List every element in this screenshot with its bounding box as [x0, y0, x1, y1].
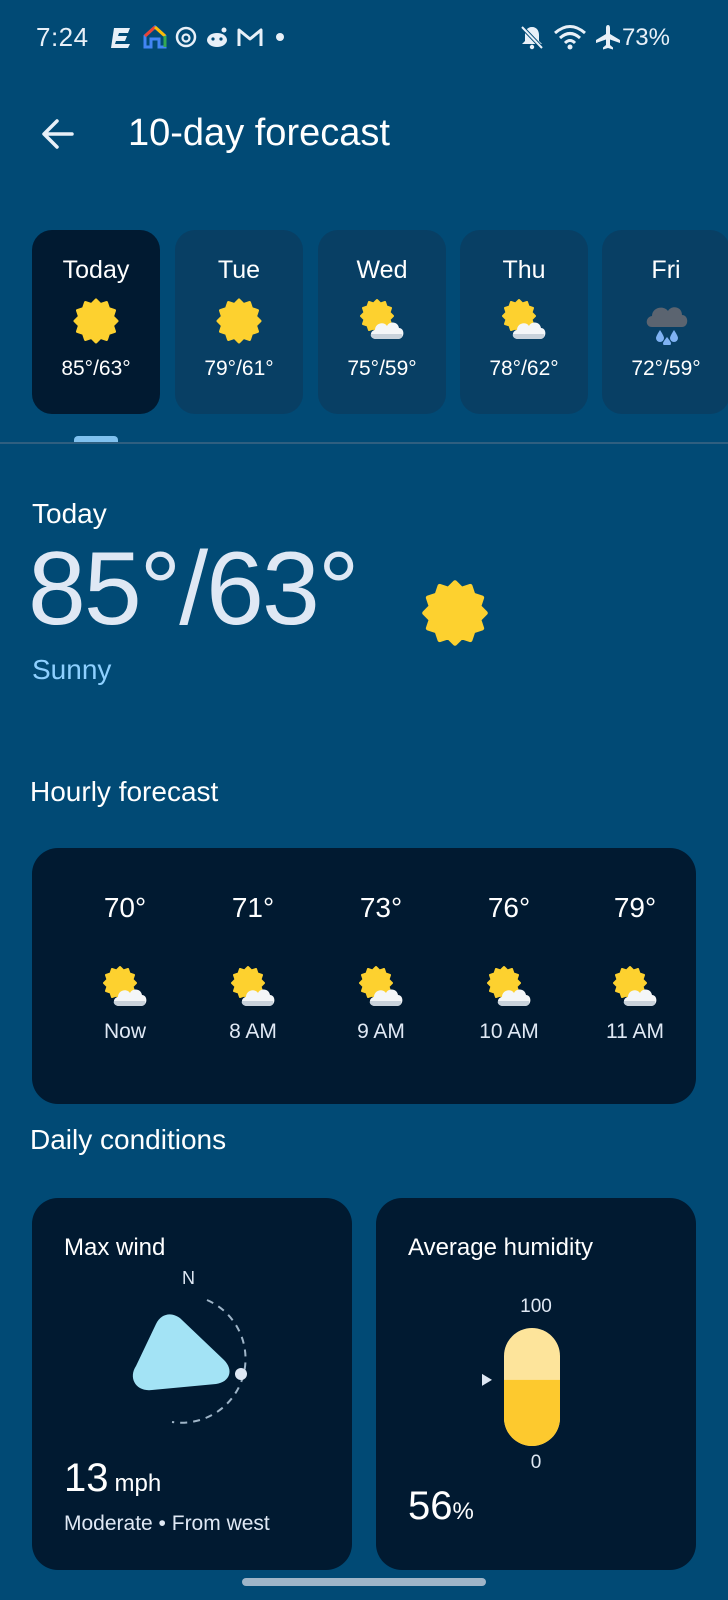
hour-item: 73° 9 AM [326, 848, 436, 1104]
hour-label: 11 AM [606, 1020, 664, 1043]
hour-label: 8 AM [229, 1020, 277, 1043]
day-temps: 72°/59° [631, 357, 701, 380]
sunny-icon [73, 298, 119, 344]
hour-item: 76° 10 AM [454, 848, 564, 1104]
hour-item: 70° Now [70, 848, 180, 1104]
today-high-low: 85°/63° [28, 531, 359, 647]
hourly-forecast-card[interactable]: 70° Now 71° 8 AM 73° 9 AM 76° 10 AM 79° … [32, 848, 696, 1104]
wind-speed-unit: mph [114, 1470, 162, 1497]
day-name: Fri [651, 256, 681, 284]
partly-cloudy-icon [359, 966, 404, 1007]
wind-speed: 13 mph [64, 1456, 161, 1501]
humidity-gauge [482, 1328, 560, 1446]
airplane-icon [594, 24, 622, 50]
day-selector-strip: Today 85°/63° Tue 79°/61° Wed 75°/59° Th… [0, 230, 728, 416]
arrow-back-icon [40, 116, 76, 157]
today-condition: Sunny [32, 654, 112, 685]
humidity-pointer [482, 1373, 492, 1386]
day-card-fri[interactable]: Fri 72°/59° [602, 230, 728, 414]
humidity-unit: % [452, 1498, 474, 1525]
humidity-fill [504, 1379, 560, 1446]
day-temps: 85°/63° [61, 357, 131, 380]
partly-cloudy-icon [502, 299, 547, 340]
hourly-forecast-heading: Hourly forecast [30, 776, 219, 807]
hour-temp: 70° [103, 892, 147, 923]
bell-off-icon [518, 24, 546, 50]
daily-conditions-heading: Daily conditions [30, 1124, 227, 1155]
day-name: Wed [356, 256, 408, 284]
max-wind-title: Max wind [64, 1234, 166, 1261]
rain-cloud-icon [646, 307, 688, 345]
humidity-number: 56 [408, 1484, 453, 1528]
back-button[interactable] [30, 108, 86, 164]
status-bar: 7:24 73% [0, 0, 728, 80]
home-gesture-bar[interactable] [242, 1578, 486, 1586]
hour-temp: 73° [359, 892, 403, 923]
average-humidity-card[interactable]: Average humidity 100 0 56% [376, 1198, 696, 1570]
partly-cloudy-icon [360, 299, 405, 340]
day-name: Thu [502, 256, 546, 284]
hour-label: Now [103, 1020, 146, 1043]
day-card-today[interactable]: Today 85°/63° [32, 230, 160, 414]
day-name: Tue [217, 256, 261, 284]
hour-item: 79° 11 AM [580, 848, 690, 1104]
humidity-value: 56% [408, 1484, 474, 1529]
day-temps: 79°/61° [204, 357, 274, 380]
hour-label: 9 AM [357, 1020, 405, 1043]
status-time: 7:24 [36, 22, 89, 52]
humidity-min-label: 0 [530, 1452, 542, 1473]
partly-cloudy-icon [487, 966, 532, 1007]
battery-percent: 73% [621, 24, 670, 51]
humidity-max-label: 100 [520, 1296, 552, 1317]
hour-label: 10 AM [479, 1020, 539, 1043]
day-card-tue[interactable]: Tue 79°/61° [175, 230, 303, 414]
day-name: Today [62, 256, 130, 284]
partly-cloudy-icon [231, 966, 276, 1007]
threads-icon [174, 24, 198, 50]
today-label: Today [32, 498, 107, 529]
average-humidity-title: Average humidity [408, 1234, 593, 1261]
divider [0, 442, 728, 444]
gmail-icon [236, 24, 264, 50]
wind-description: Moderate • From west [64, 1512, 270, 1535]
hour-temp: 79° [613, 892, 657, 923]
day-temps: 78°/62° [489, 357, 559, 380]
hour-item: 71° 8 AM [198, 848, 308, 1104]
notification-e-icon [110, 24, 134, 50]
hour-temp: 76° [487, 892, 531, 923]
partly-cloudy-icon [103, 966, 148, 1007]
partly-cloudy-icon [613, 966, 658, 1007]
wifi-icon [552, 24, 588, 50]
dot-icon [274, 24, 286, 50]
reddit-icon [204, 24, 230, 50]
day-card-wed[interactable]: Wed 75°/59° [318, 230, 446, 414]
day-card-thu[interactable]: Thu 78°/62° [460, 230, 588, 414]
wind-direction-icon [132, 1299, 247, 1424]
page-title: 10-day forecast [128, 112, 390, 154]
wind-speed-value: 13 [64, 1456, 109, 1500]
sunny-icon [216, 298, 262, 344]
day-temps: 75°/59° [347, 357, 417, 380]
max-wind-card[interactable]: Max wind N 13 mph Moderate • From west [32, 1198, 352, 1570]
hour-temp: 71° [231, 892, 275, 923]
sunny-icon [420, 578, 490, 648]
google-home-icon [142, 24, 168, 50]
